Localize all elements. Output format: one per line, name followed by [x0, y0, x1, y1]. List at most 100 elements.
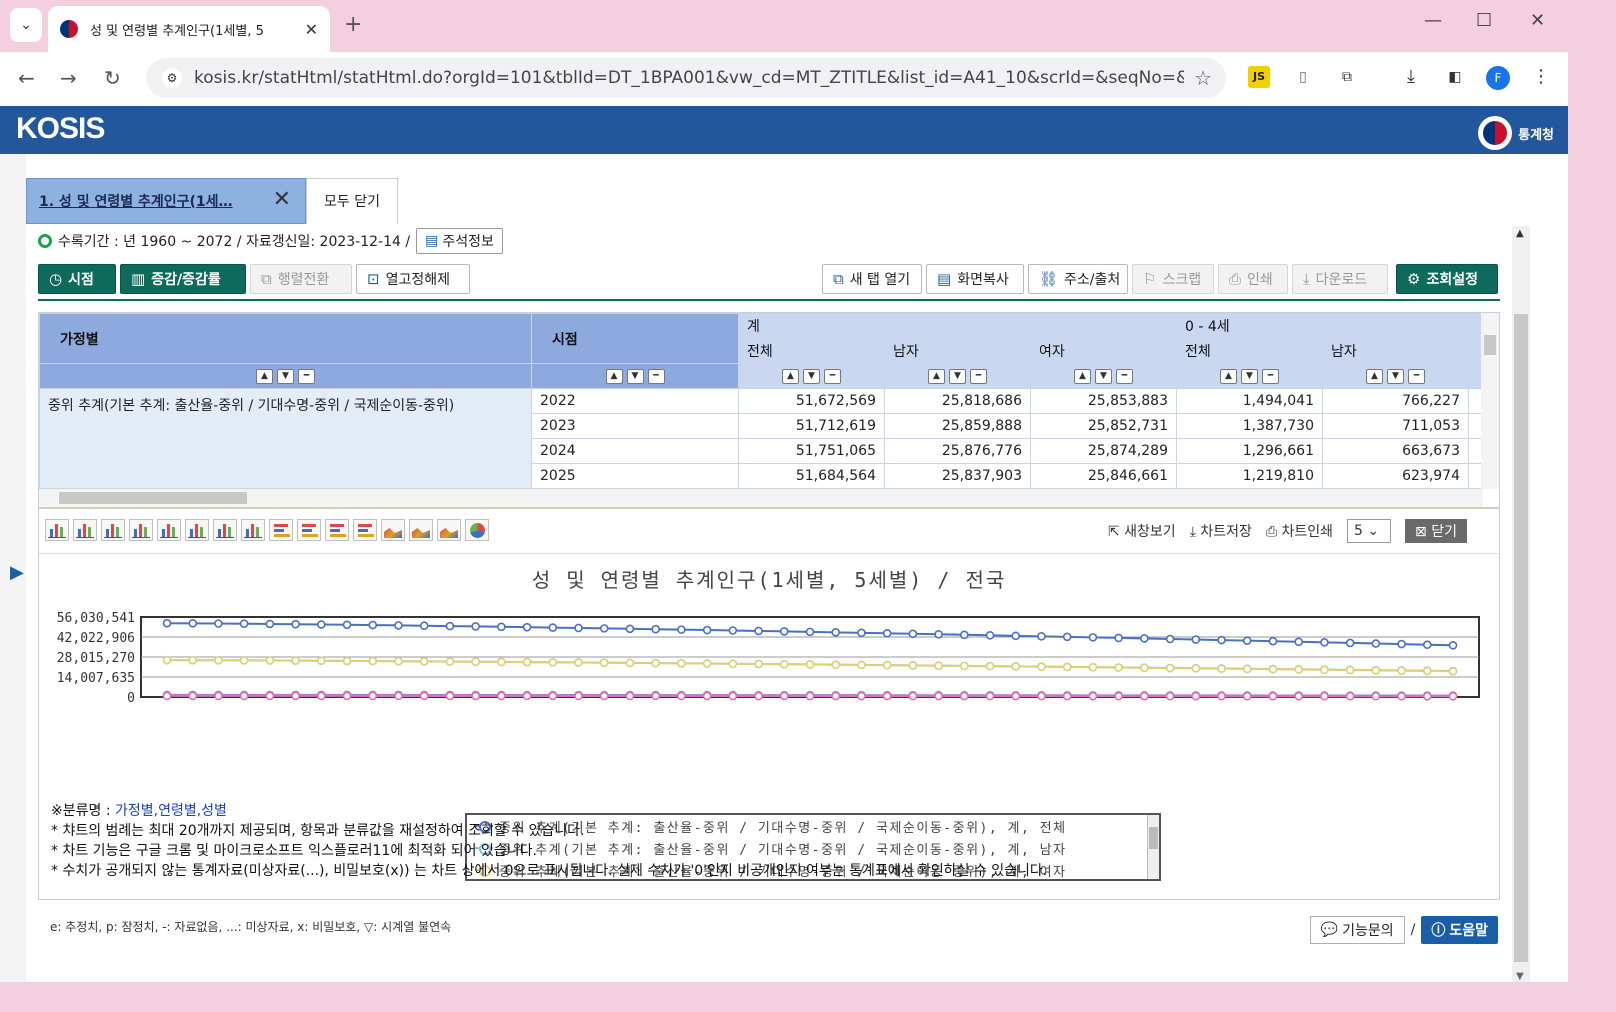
chart-type-column-icon[interactable] [185, 519, 209, 541]
table-vertical-scrollbar[interactable] [1481, 313, 1499, 489]
chart-save-button[interactable]: ⤓ 차트저장 [1190, 521, 1252, 541]
sort-down-icon[interactable]: ▼ [1387, 368, 1404, 384]
close-tab-icon[interactable]: ✕ [305, 20, 318, 39]
chart-print-button[interactable]: ⎙ 차트인쇄 [1266, 521, 1333, 541]
sidepanel-icon[interactable]: ◧ [1444, 66, 1466, 88]
series-count-select[interactable]: 5 ⌄ [1347, 519, 1392, 543]
classification-value[interactable]: 가정별,연령별,성별 [115, 803, 227, 819]
download-icon[interactable]: ⤓ [1400, 66, 1422, 88]
data-point [265, 691, 275, 701]
query-settings-button[interactable]: ⚙ 조회설정 [1396, 264, 1498, 294]
scroll-down-icon[interactable]: ▼ [1516, 971, 1524, 982]
chart-type-bar-stacked-icon[interactable] [73, 519, 97, 541]
scrollbar-thumb[interactable] [1484, 335, 1496, 355]
data-point [214, 619, 223, 628]
transpose-button[interactable]: ⧉ 행렬전환 [250, 264, 352, 294]
sort-up-icon[interactable]: ▲ [256, 368, 273, 384]
sort-down-icon[interactable]: ▼ [949, 368, 966, 384]
print-button[interactable]: ⎙ 인쇄 [1218, 264, 1288, 294]
chart-type-bar-percent-icon[interactable] [101, 519, 125, 541]
notes-button[interactable]: ▤ 주석정보 [416, 228, 503, 254]
chart-type-line-marker-icon[interactable] [157, 519, 181, 541]
remove-sort-icon[interactable]: ━ [1408, 368, 1425, 384]
period-button[interactable]: ◷ 시점 [38, 264, 116, 294]
expand-panel-icon[interactable]: ▶ [10, 562, 24, 583]
minimize-icon[interactable]: — [1424, 10, 1442, 31]
chart-type-bar-icon[interactable] [45, 519, 69, 541]
data-point [985, 631, 995, 640]
page-scrollbar[interactable]: ▲ ▼ [1512, 226, 1530, 982]
new-tab-button[interactable]: + [344, 12, 362, 37]
sort-up-icon[interactable]: ▲ [1074, 368, 1091, 384]
chart-type-column-stacked-icon[interactable] [213, 519, 237, 541]
chart-type-area-percent-icon[interactable] [437, 519, 461, 541]
change-rate-button[interactable]: ▥ 증감/증감률 [120, 264, 246, 294]
sort-down-icon[interactable]: ▼ [1095, 368, 1112, 384]
scrap-button[interactable]: ⚐ 스크랩 [1132, 264, 1214, 294]
remove-sort-icon[interactable]: ━ [298, 368, 315, 384]
remove-sort-icon[interactable]: ━ [824, 368, 841, 384]
browser-tab[interactable]: 성 및 연령별 추계인구(1세별, 5 ✕ [48, 6, 330, 52]
close-window-icon[interactable]: ✕ [1530, 10, 1545, 31]
bookmark-star-icon[interactable]: ☆ [1194, 66, 1212, 90]
close-icon[interactable]: ✕ [273, 187, 291, 212]
profile-avatar[interactable]: F [1486, 66, 1510, 90]
reload-icon[interactable]: ↻ [104, 66, 121, 90]
maximize-icon[interactable]: ☐ [1476, 10, 1492, 31]
statistics-korea-logo[interactable]: 통계청 [1478, 116, 1554, 150]
chart-type-area-icon[interactable] [381, 519, 405, 541]
active-table-tab[interactable]: 1. 성 및 연령별 추계인구(1세… ✕ [26, 178, 306, 224]
help-button[interactable]: ⓘ 도움말 [1421, 916, 1498, 944]
data-point [1140, 691, 1149, 701]
scrollbar-thumb[interactable] [1514, 314, 1528, 962]
inquiry-button[interactable]: 💬 기능문의 [1309, 916, 1405, 944]
back-icon[interactable]: ← [18, 66, 35, 90]
chart-type-hbar-stacked-icon[interactable] [297, 519, 321, 541]
data-point [394, 691, 403, 701]
sort-down-icon[interactable]: ▼ [626, 368, 644, 384]
js-extension-icon[interactable]: JS [1248, 66, 1270, 88]
page-icon[interactable]: ▯ [1292, 66, 1314, 88]
table-horizontal-scrollbar[interactable] [39, 489, 1483, 507]
close-all-button[interactable]: 모두 닫기 [306, 178, 398, 224]
sort-down-icon[interactable]: ▼ [803, 368, 820, 384]
data-point [317, 620, 326, 629]
scrollbar-thumb[interactable] [1149, 827, 1158, 849]
screen-copy-button[interactable]: ▤ 화면복사 [926, 264, 1024, 294]
extensions-icon[interactable]: ⧉ [1336, 66, 1358, 88]
sort-up-icon[interactable]: ▲ [928, 368, 945, 384]
address-bar[interactable]: ⚙ kosis.kr/statHtml/statHtml.do?orgId=10… [146, 58, 1226, 98]
tab-search-button[interactable]: ⌄ [10, 8, 42, 42]
remove-sort-icon[interactable]: ━ [647, 368, 665, 384]
remove-sort-icon[interactable]: ━ [1262, 368, 1279, 384]
chart-type-area-stacked-icon[interactable] [409, 519, 433, 541]
chart-type-line-icon[interactable] [129, 519, 153, 541]
chart-type-hbar-3d-icon[interactable] [353, 519, 377, 541]
new-tab-open-button[interactable]: ⧉ 새 탭 열기 [822, 264, 922, 294]
download-button[interactable]: ⤓ 다운로드 [1292, 264, 1388, 294]
chart-type-column-3d-icon[interactable] [241, 519, 265, 541]
unfreeze-columns-button[interactable]: ⊡ 열고정해제 [356, 264, 470, 294]
sort-up-icon[interactable]: ▲ [1220, 368, 1237, 384]
legend-scrollbar[interactable] [1147, 815, 1159, 879]
forward-icon[interactable]: → [60, 66, 77, 90]
scroll-up-icon[interactable]: ▲ [1516, 228, 1524, 239]
site-info-icon[interactable]: ⚙ [162, 68, 182, 88]
address-source-button[interactable]: ⛓ 주소/출처 [1028, 264, 1128, 294]
scrollbar-thumb[interactable] [59, 492, 247, 504]
sort-down-icon[interactable]: ▼ [277, 368, 294, 384]
kosis-logo[interactable]: KOSIS [16, 112, 105, 146]
remove-sort-icon[interactable]: ━ [970, 368, 987, 384]
chart-type-hbar-percent-icon[interactable] [325, 519, 349, 541]
sort-up-icon[interactable]: ▲ [782, 368, 799, 384]
sort-up-icon[interactable]: ▲ [605, 368, 623, 384]
chart-close-button[interactable]: ⊠ 닫기 [1405, 519, 1467, 543]
chart-type-pie-icon[interactable] [465, 519, 489, 541]
chart-type-hbar-icon[interactable] [269, 519, 293, 541]
sort-down-icon[interactable]: ▼ [1241, 368, 1258, 384]
value-cell: 25,846,661 [1030, 463, 1177, 489]
menu-icon[interactable]: ⋮ [1530, 66, 1552, 88]
sort-up-icon[interactable]: ▲ [1366, 368, 1383, 384]
remove-sort-icon[interactable]: ━ [1116, 368, 1133, 384]
popup-button[interactable]: ⇱ 새창보기 [1108, 521, 1176, 541]
